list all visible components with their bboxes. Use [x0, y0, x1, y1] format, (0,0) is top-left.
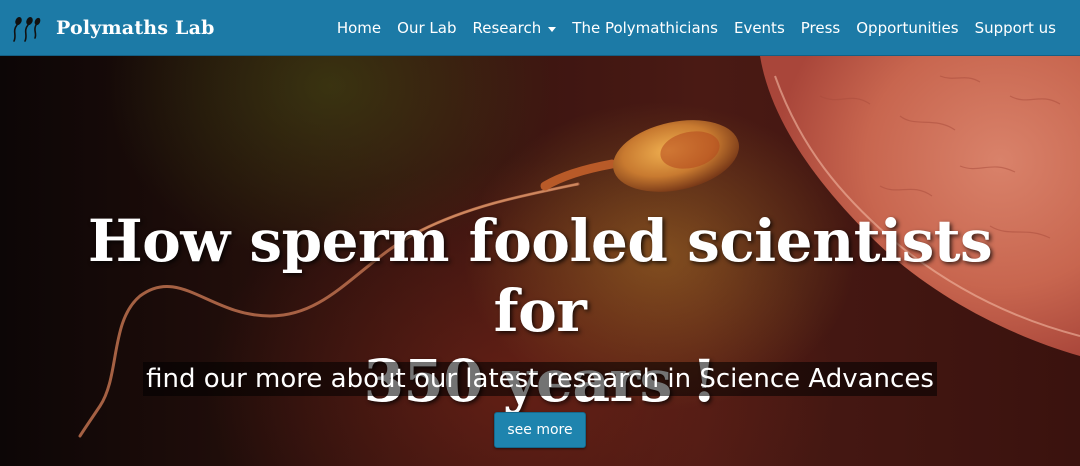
nav-label: Support us	[974, 19, 1056, 37]
nav-label: Our Lab	[397, 19, 457, 37]
top-navbar: Polymaths Lab Home Our Lab Research The …	[0, 0, 1080, 56]
hero-subline: find our more about our latest research …	[143, 362, 937, 396]
nav-label: Events	[733, 19, 785, 37]
nav-label: The Polymathicians	[572, 19, 718, 37]
brand[interactable]: Polymaths Lab	[8, 10, 215, 46]
nav-label: Home	[336, 19, 382, 37]
hero-button-wrap: see more	[0, 412, 1080, 448]
nav-label: Press	[800, 19, 841, 37]
nav-item-events[interactable]: Events	[726, 0, 793, 56]
nav-label: Research	[472, 19, 542, 37]
nav-item-support-us[interactable]: Support us	[967, 0, 1064, 56]
sperm-logo-icon	[13, 16, 41, 42]
hero-subline-wrap: find our more about our latest research …	[0, 362, 1080, 396]
hero-banner: How sperm fooled scientists for 350 year…	[0, 56, 1080, 466]
see-more-button[interactable]: see more	[494, 412, 586, 448]
brand-name: Polymaths Lab	[56, 17, 215, 39]
nav-item-the-polymathicians[interactable]: The Polymathicians	[564, 0, 726, 56]
nav-item-press[interactable]: Press	[793, 0, 848, 56]
caret-down-icon	[548, 26, 557, 32]
nav-item-opportunities[interactable]: Opportunities	[848, 0, 966, 56]
nav-item-research[interactable]: Research	[464, 0, 564, 56]
nav-label: Opportunities	[856, 19, 959, 37]
headline-line-1: How sperm fooled scientists for	[87, 207, 993, 345]
nav-item-home[interactable]: Home	[329, 0, 389, 56]
nav-item-our-lab[interactable]: Our Lab	[389, 0, 464, 56]
main-nav: Home Our Lab Research The Polymathicians…	[329, 0, 1064, 56]
